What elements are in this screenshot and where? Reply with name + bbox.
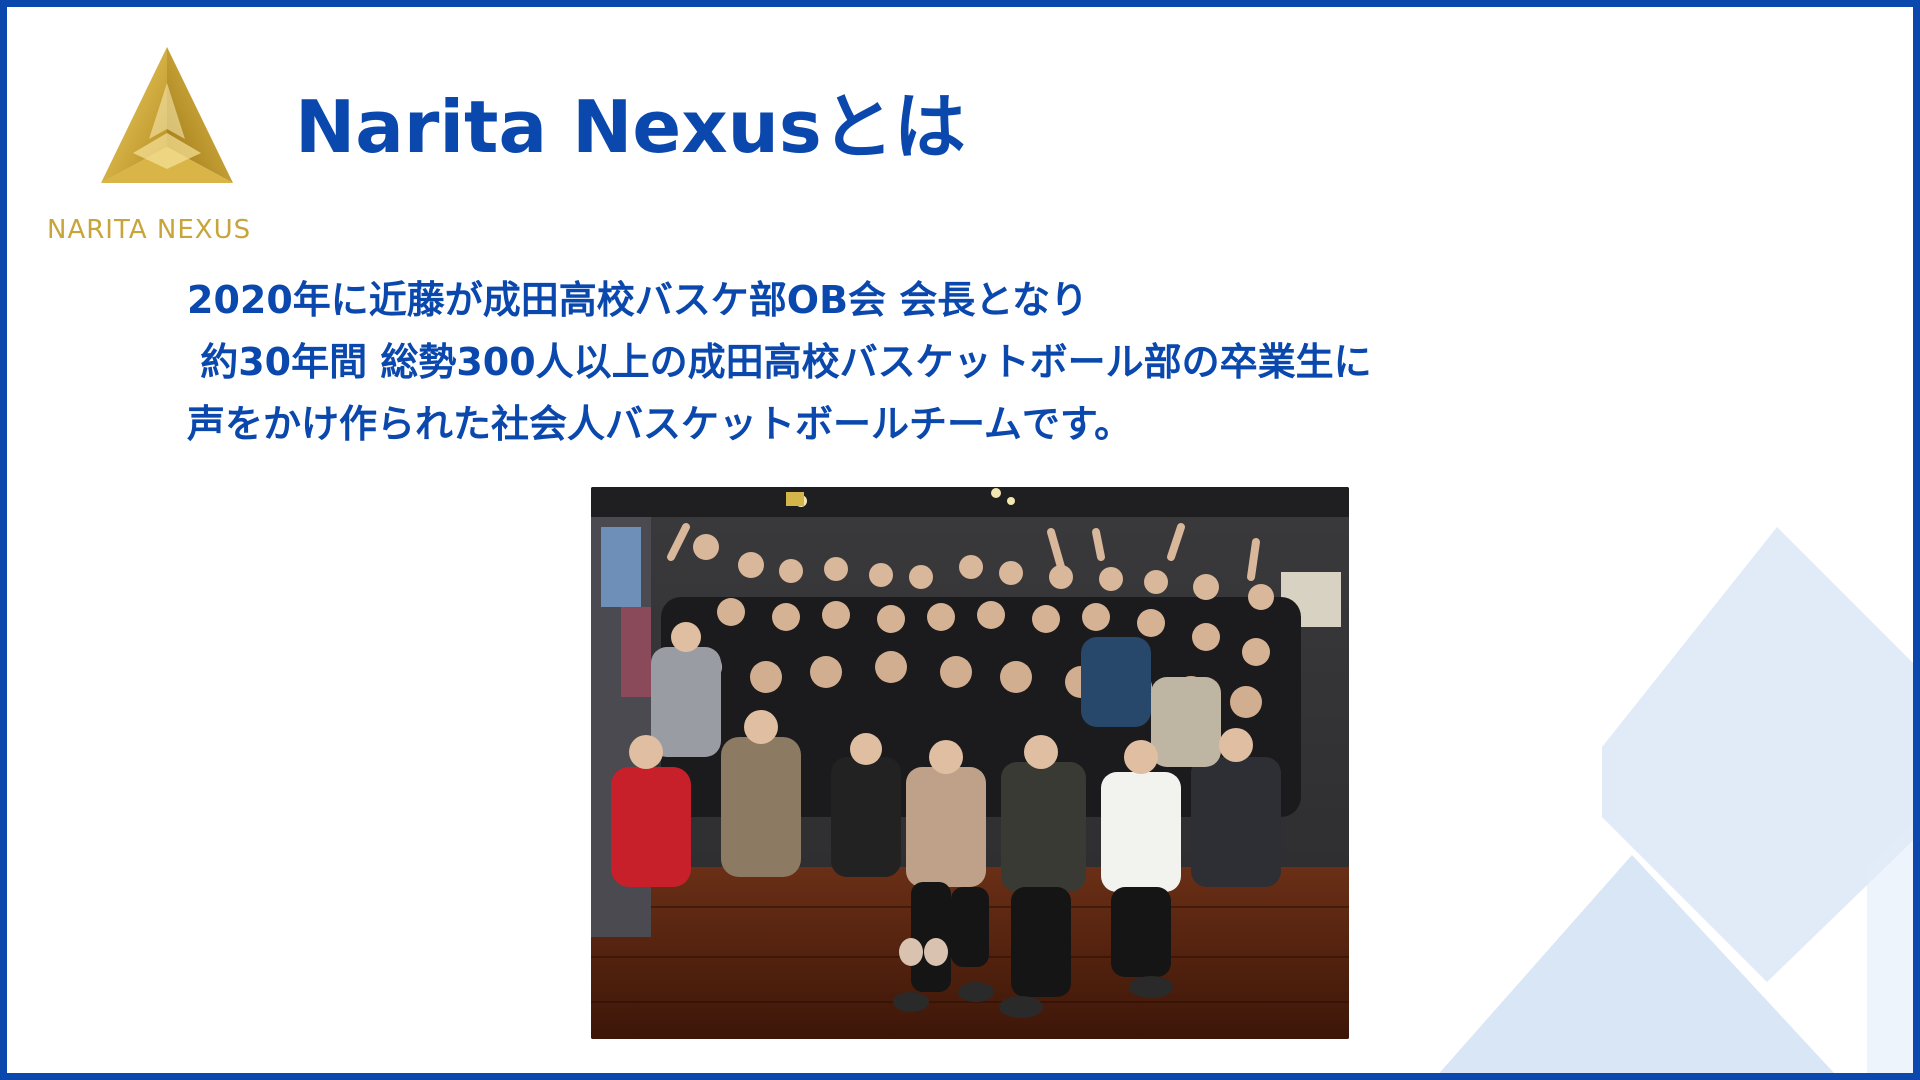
gold-triangle-logo-icon bbox=[101, 47, 233, 183]
description-line: 2020年に近藤が成田高校バスケ部OB会 会長となり bbox=[187, 278, 1089, 322]
description-line: 声をかけ作られた社会人バスケットボールチームです。 bbox=[187, 402, 1133, 446]
description: 2020年に近藤が成田高校バスケ部OB会 会長となり 約30年間 総勢300人以… bbox=[187, 269, 1687, 455]
page-title: Narita Nexusとは bbox=[295, 85, 966, 169]
team-group-photo bbox=[591, 487, 1349, 1039]
logo-text: NARITA NEXUS bbox=[47, 215, 252, 245]
description-line: 約30年間 総勢300人以上の成田高校バスケットボール部の卒業生に bbox=[187, 340, 1372, 384]
logo: NARITA NEXUS bbox=[37, 43, 297, 253]
slide: NARITA NEXUS Narita Nexusとは 2020年に近藤が成田高… bbox=[0, 0, 1920, 1080]
